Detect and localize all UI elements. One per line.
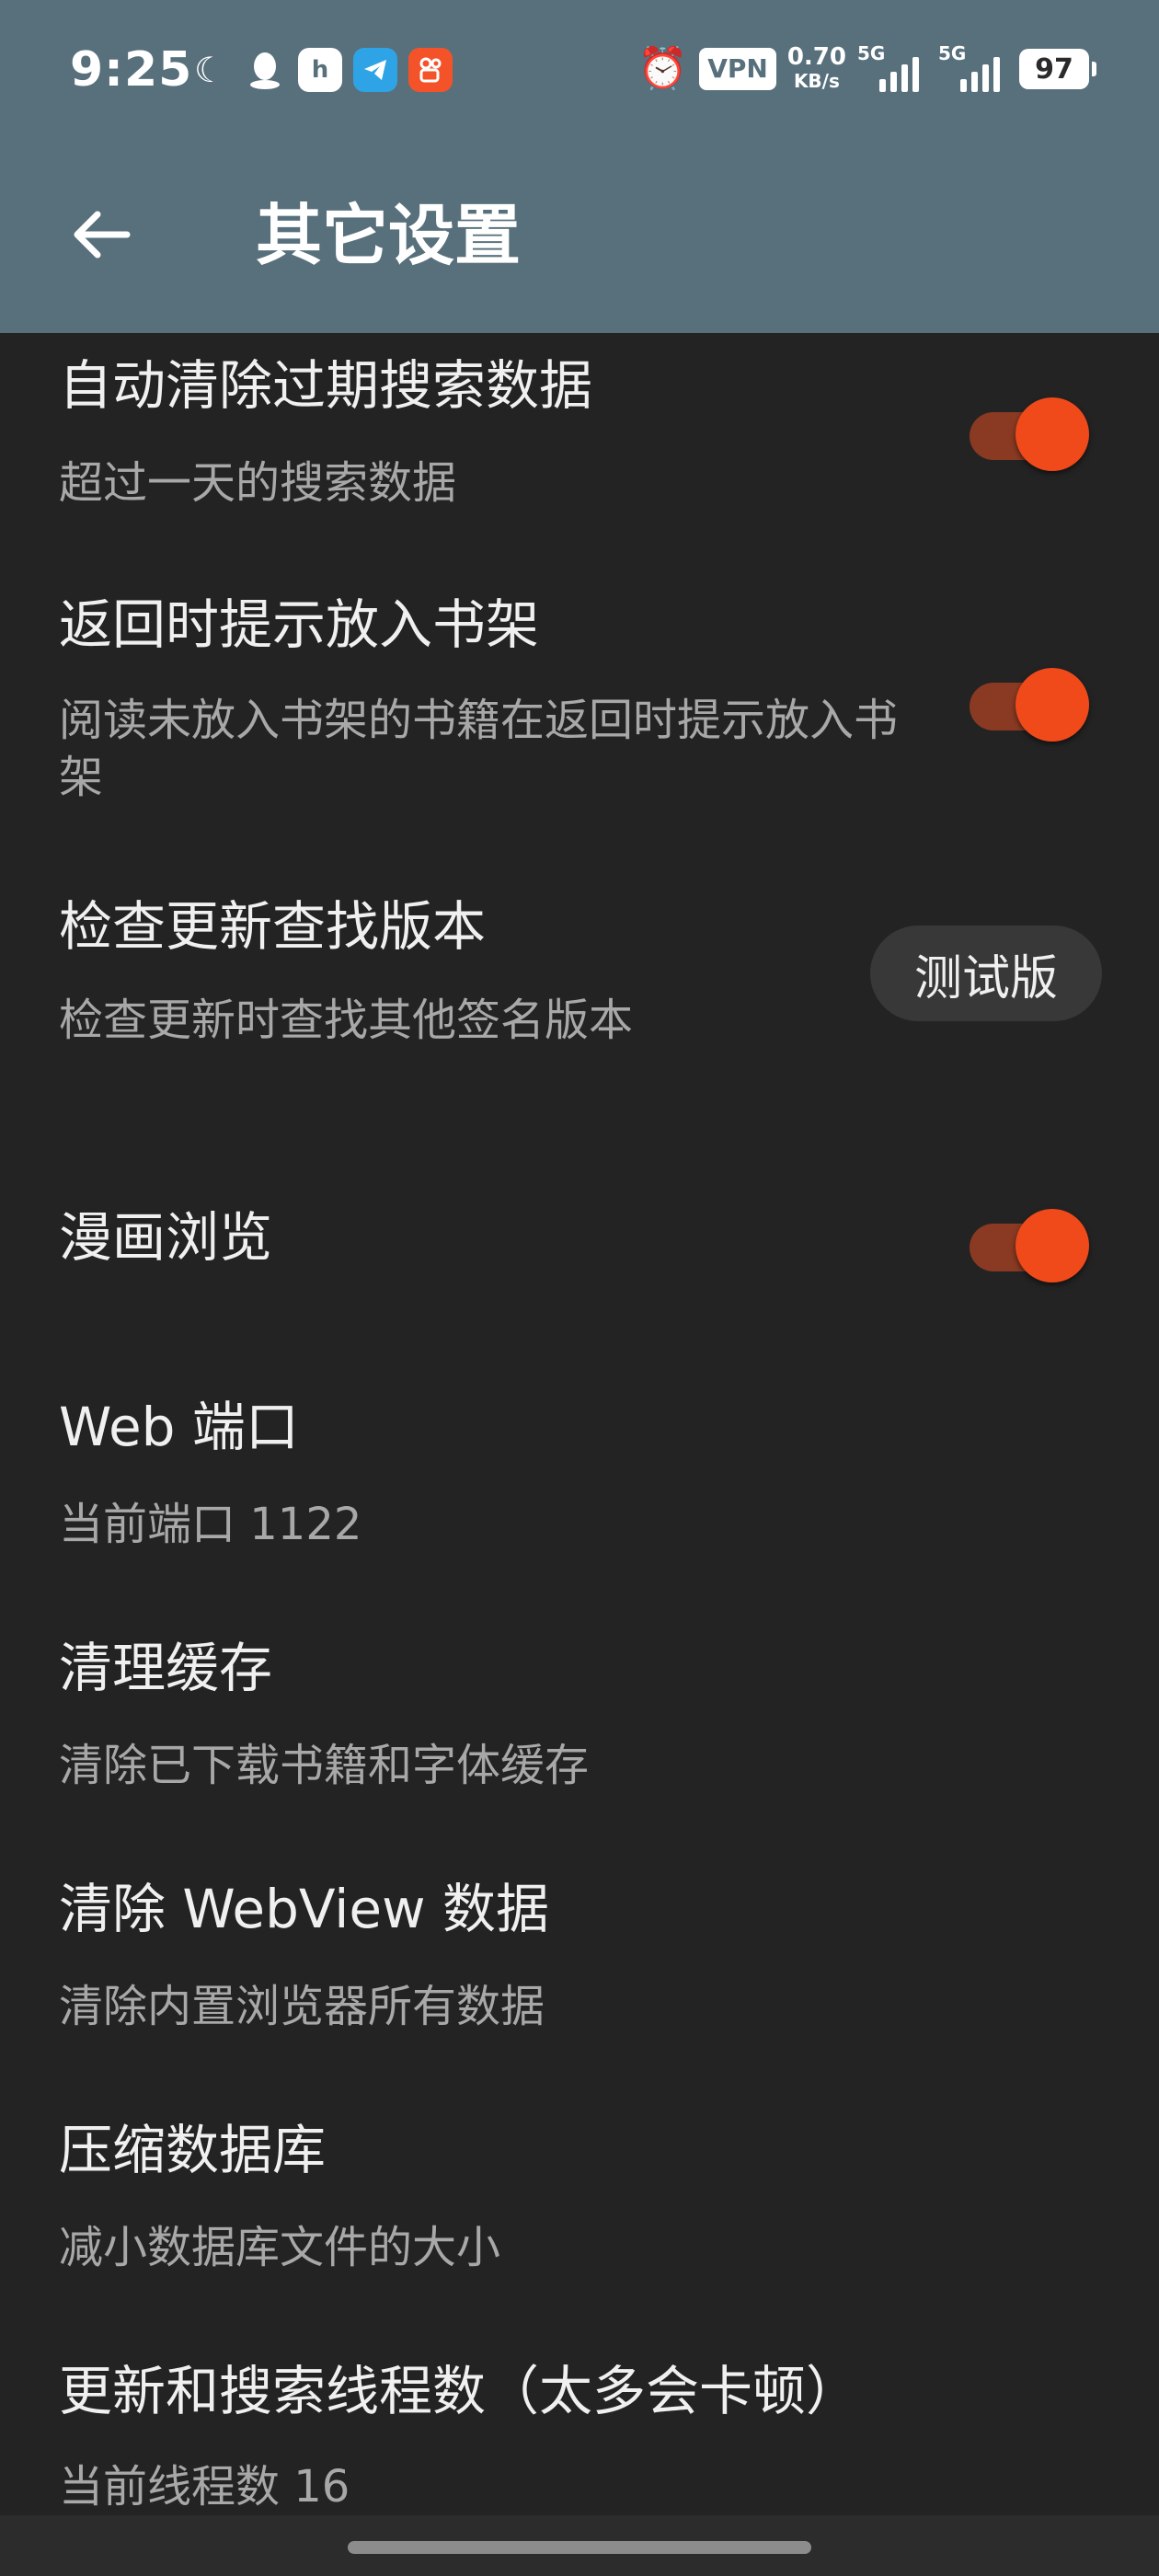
status-time: 9:25 — [70, 42, 193, 98]
telegram-icon — [353, 48, 397, 92]
net-speed-value: 0.70 — [786, 43, 846, 71]
setting-title: 自动清除过期搜索数据 — [59, 354, 593, 417]
setting-update-version[interactable]: 检查更新查找版本 检查更新时查找其他签名版本 测试版 — [0, 857, 1159, 1106]
setting-prompt-bookshelf[interactable]: 返回时提示放入书架 阅读未放入书架的书籍在返回时提示放入书架 — [0, 572, 1159, 848]
kuaishou-icon — [408, 48, 453, 92]
setting-title: 更新和搜索线程数（太多会卡顿） — [59, 2360, 860, 2422]
setting-subtitle: 阅读未放入书架的书籍在返回时提示放入书架 — [59, 695, 899, 803]
setting-clear-cache[interactable]: 清理缓存 清除已下载书籍和字体缓存 — [0, 1577, 1159, 1818]
net-speed: 0.70 KB/s — [787, 45, 846, 93]
page-title: 其它设置 — [256, 197, 522, 274]
setting-subtitle: 当前线程数 16 — [59, 2461, 350, 2513]
net-speed-unit: KB/s — [793, 70, 840, 92]
setting-web-port[interactable]: Web 端口 当前端口 1122 — [0, 1336, 1159, 1577]
notification-icons: ☾ h — [188, 48, 453, 92]
alarm-icon: ⏰ — [637, 45, 689, 92]
setting-subtitle: 检查更新时查找其他签名版本 — [59, 995, 634, 1046]
setting-subtitle: 当前端口 1122 — [59, 1499, 362, 1550]
toggle-thumb — [1016, 1209, 1089, 1282]
comic-browse-toggle[interactable] — [970, 1203, 1089, 1282]
setting-title: 清除 WebView 数据 — [59, 1878, 549, 1940]
auto-clear-toggle[interactable] — [970, 392, 1089, 471]
prompt-bookshelf-toggle[interactable] — [970, 662, 1089, 742]
setting-thread-count[interactable]: 更新和搜索线程数（太多会卡顿） 当前线程数 16 — [0, 2300, 1159, 2515]
system-icons: ⏰ VPN 0.70 KB/s 5G 5G 97 — [637, 42, 1096, 94]
setting-title: 检查更新查找版本 — [59, 895, 487, 958]
setting-subtitle: 清除内置浏览器所有数据 — [59, 1981, 545, 2032]
qq-icon — [243, 48, 287, 92]
vpn-badge: VPN — [699, 48, 776, 90]
signal-icon: 5G — [857, 42, 927, 94]
setting-title: 压缩数据库 — [59, 2119, 327, 2181]
navigation-bar — [0, 2515, 1159, 2576]
arrow-left-icon — [74, 211, 131, 259]
setting-title: 清理缓存 — [59, 1637, 273, 1699]
setting-auto-clear-search[interactable]: 自动清除过期搜索数据 超过一天的搜索数据 — [0, 333, 1159, 572]
back-button[interactable] — [59, 193, 142, 276]
setting-title: Web 端口 — [59, 1396, 299, 1458]
setting-subtitle: 清除已下载书籍和字体缓存 — [59, 1740, 590, 1791]
app-bar: 9:25 ☾ h ⏰ VPN 0.70 KB/s 5G 5G 97 其它设置 — [0, 0, 1159, 333]
toggle-thumb — [1016, 397, 1089, 471]
status-bar: 9:25 ☾ h ⏰ VPN 0.70 KB/s 5G 5G 97 — [0, 0, 1159, 147]
version-select-button[interactable]: 测试版 — [870, 926, 1102, 1021]
setting-title: 返回时提示放入书架 — [59, 593, 540, 656]
setting-clear-webview[interactable]: 清除 WebView 数据 清除内置浏览器所有数据 — [0, 1818, 1159, 2059]
setting-comic-browse[interactable]: 漫画浏览 — [0, 1133, 1159, 1336]
setting-compress-db[interactable]: 压缩数据库 减小数据库文件的大小 — [0, 2059, 1159, 2300]
signal-icon: 5G — [938, 42, 1008, 94]
moon-star-icon: ☾ — [193, 50, 226, 90]
toggle-thumb — [1016, 668, 1089, 742]
home-indicator[interactable] — [348, 2541, 811, 2554]
battery-icon: 97 — [1019, 49, 1096, 89]
setting-title: 漫画浏览 — [59, 1206, 273, 1269]
setting-subtitle: 减小数据库文件的大小 — [59, 2222, 501, 2273]
setting-subtitle: 超过一天的搜索数据 — [59, 457, 457, 509]
app-h-icon: h — [298, 48, 342, 92]
